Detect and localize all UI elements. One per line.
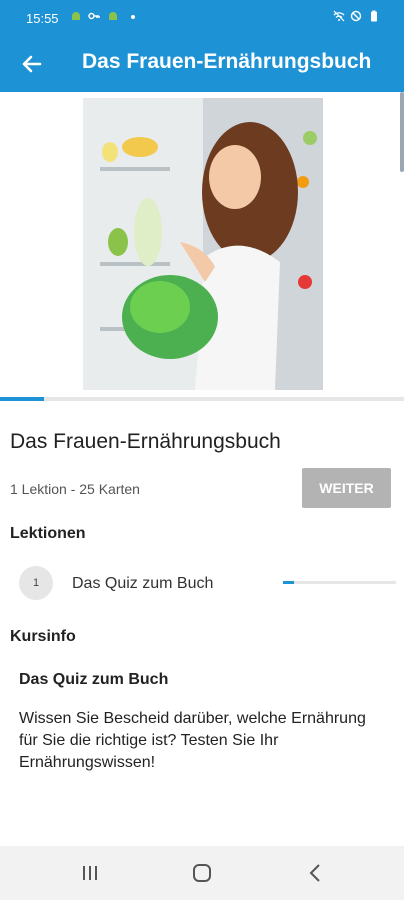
- system-nav-bar: [0, 846, 404, 900]
- back-icon[interactable]: [304, 862, 328, 884]
- do-not-disturb-icon: [350, 10, 362, 22]
- course-progress-bar: [0, 397, 404, 401]
- status-bar: 15:55: [0, 0, 404, 36]
- dot-icon: [131, 15, 135, 19]
- key-icon: [88, 12, 100, 20]
- app-bar: Das Frauen-Ernährungsbuch: [0, 36, 404, 92]
- course-title: Das Frauen-Ernährungsbuch: [10, 430, 281, 453]
- course-hero-image: [0, 92, 404, 397]
- android-icon: [72, 12, 80, 20]
- status-time: 15:55: [26, 11, 59, 26]
- lesson-progress-bar: [283, 581, 396, 584]
- course-meta: 1 Lektion - 25 Karten: [10, 481, 140, 497]
- course-progress-fill: [0, 397, 45, 401]
- wifi-off-icon: [333, 10, 345, 22]
- course-info-heading: Kursinfo: [10, 628, 76, 645]
- battery-icon: [371, 10, 377, 22]
- course-info-title: Das Quiz zum Buch: [19, 671, 169, 688]
- lesson-progress-fill: [283, 581, 295, 584]
- app-bar-title: Das Frauen-Ernährungsbuch: [82, 50, 372, 73]
- continue-button[interactable]: WEITER: [302, 468, 391, 508]
- home-icon[interactable]: [190, 862, 214, 884]
- recents-icon[interactable]: [78, 862, 102, 884]
- scrollbar[interactable]: [400, 92, 404, 172]
- arrow-left-icon[interactable]: [18, 50, 46, 78]
- android-icon: [109, 12, 117, 20]
- course-cover-image: [83, 98, 323, 390]
- lesson-number: 1: [19, 566, 53, 600]
- lesson-title: Das Quiz zum Buch: [72, 575, 214, 592]
- lessons-heading: Lektionen: [10, 525, 86, 542]
- course-info-text: Wissen Sie Bescheid darüber, welche Ernä…: [19, 710, 366, 771]
